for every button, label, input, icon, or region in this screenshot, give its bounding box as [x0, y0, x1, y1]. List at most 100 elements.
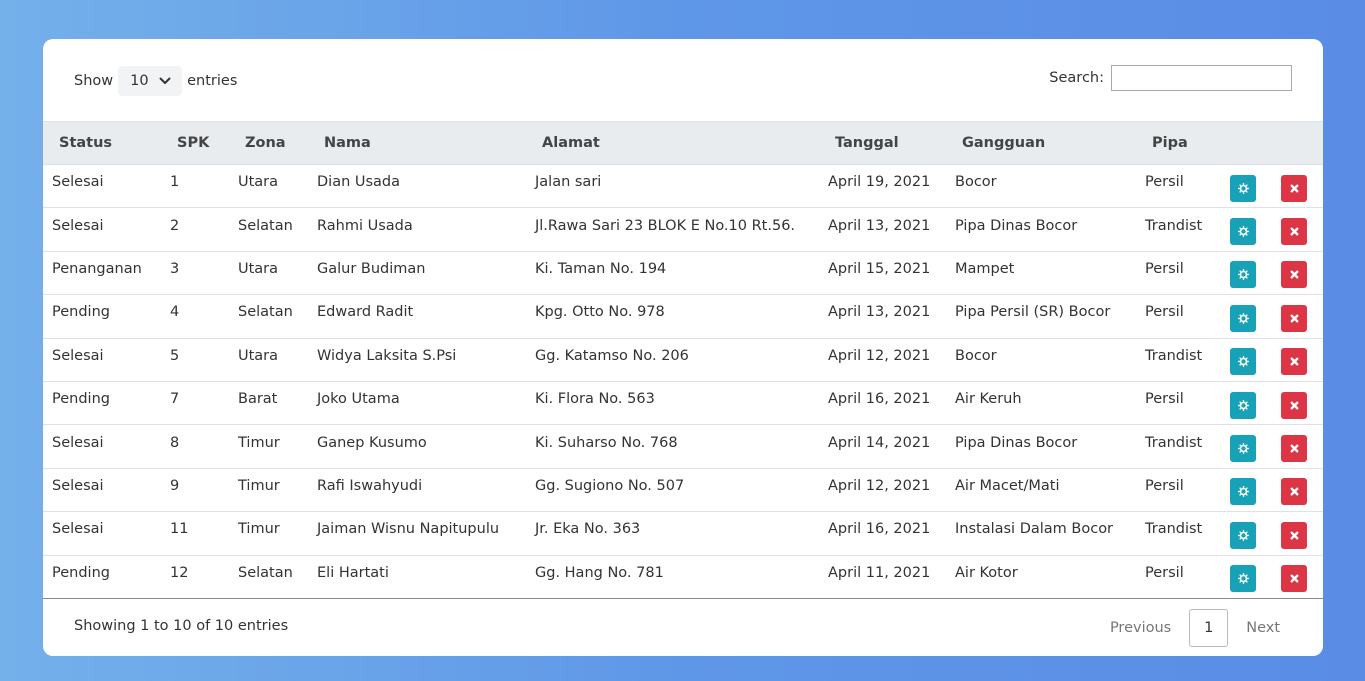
column-header-pipa[interactable]: Pipa [1136, 121, 1221, 165]
gear-icon [1237, 573, 1249, 585]
pagination: Previous 1 Next [1098, 609, 1292, 647]
cell-gangguan: Bocor [955, 174, 997, 191]
delete-button[interactable] [1281, 304, 1307, 332]
cell-alamat: Ki. Suharso No. 768 [535, 434, 678, 451]
column-header-status[interactable]: Status [43, 121, 161, 165]
cell-spk: 11 [170, 521, 189, 538]
cell-gangguan: Air Macet/Mati [955, 477, 1060, 494]
cell-zona: Timur [238, 477, 280, 494]
search-label: Search: [1049, 70, 1104, 86]
cell-tanggal: April 13, 2021 [828, 304, 931, 321]
cell-spk: 1 [170, 174, 180, 191]
cell-edit [1221, 165, 1272, 208]
cell-edit [1221, 468, 1272, 511]
edit-button[interactable] [1230, 565, 1256, 593]
next-page-button[interactable]: Next [1234, 620, 1292, 636]
column-header-nama[interactable]: Nama [308, 121, 526, 165]
delete-button[interactable] [1281, 435, 1307, 463]
table-controls: Show 10 entries Search: [43, 39, 1323, 121]
delete-button[interactable] [1281, 218, 1307, 246]
cell-zona: Utara [238, 260, 279, 277]
gear-icon [1237, 486, 1249, 498]
cell-pipa: Persil [1145, 477, 1184, 494]
close-icon [1289, 573, 1300, 584]
table-row: Pending 12 Selatan Eli Hartati Gg. Hang No. … [43, 555, 1323, 599]
gear-icon [1237, 226, 1249, 238]
column-header-spk[interactable]: SPK [161, 121, 229, 165]
cell-spk: 3 [170, 260, 180, 277]
cell-spk: 12 [170, 564, 189, 581]
cell-edit [1221, 425, 1272, 468]
table-row: Selesai 9 Timur Rafi Iswahyudi Gg. Sugiono N… [43, 468, 1323, 511]
cell-pipa: Trandist [1145, 521, 1203, 538]
cell-tanggal: April 19, 2021 [828, 174, 931, 191]
edit-button[interactable] [1230, 435, 1256, 463]
column-header-gangguan[interactable]: Gangguan [946, 121, 1136, 165]
cell-nama: Joko Utama [317, 391, 400, 408]
close-icon [1289, 226, 1300, 237]
delete-button[interactable] [1281, 391, 1307, 419]
edit-button[interactable] [1230, 174, 1256, 202]
cell-nama: Widya Laksita S.Psi [317, 347, 457, 364]
edit-button[interactable] [1230, 391, 1256, 419]
cell-delete [1272, 208, 1323, 251]
cell-alamat: Gg. Hang No. 781 [535, 564, 664, 581]
column-header-tanggal[interactable]: Tanggal [819, 121, 946, 165]
cell-gangguan: Bocor [955, 347, 997, 364]
cell-status: Pending [52, 391, 110, 408]
entries-select[interactable]: 10 [118, 66, 183, 96]
cell-spk: 9 [170, 477, 180, 494]
edit-button[interactable] [1230, 348, 1256, 376]
cell-status: Penanganan [52, 260, 142, 277]
column-header-zona[interactable]: Zona [229, 121, 308, 165]
search-control: Search: [1049, 65, 1292, 91]
edit-button[interactable] [1230, 218, 1256, 246]
cell-delete [1272, 338, 1323, 381]
cell-zona: Utara [238, 174, 279, 191]
delete-button[interactable] [1281, 565, 1307, 593]
delete-button[interactable] [1281, 261, 1307, 289]
cell-status: Selesai [52, 434, 104, 451]
cell-status: Selesai [52, 477, 104, 494]
gear-icon [1237, 443, 1249, 455]
cell-edit [1221, 512, 1272, 555]
cell-nama: Rahmi Usada [317, 217, 413, 234]
close-icon [1289, 530, 1300, 541]
close-icon [1289, 400, 1300, 411]
edit-button[interactable] [1230, 304, 1256, 332]
delete-button[interactable] [1281, 521, 1307, 549]
cell-pipa: Trandist [1145, 347, 1203, 364]
edit-button[interactable] [1230, 521, 1256, 549]
cell-zona: Selatan [238, 564, 293, 581]
cell-gangguan: Pipa Persil (SR) Bocor [955, 304, 1111, 321]
cell-spk: 5 [170, 347, 180, 364]
delete-button[interactable] [1281, 478, 1307, 506]
cell-tanggal: April 12, 2021 [828, 347, 931, 364]
cell-alamat: Gg. Sugiono No. 507 [535, 477, 685, 494]
table-header-row: Status SPK Zona Nama Alamat Tanggal Gangguan Pi… [43, 121, 1323, 165]
cell-status: Selesai [52, 174, 104, 191]
delete-button[interactable] [1281, 174, 1307, 202]
previous-page-button[interactable]: Previous [1098, 620, 1183, 636]
cell-tanggal: April 16, 2021 [828, 391, 931, 408]
cell-gangguan: Air Keruh [955, 391, 1022, 408]
cell-spk: 4 [170, 304, 180, 321]
cell-nama: Jaiman Wisnu Napitupulu [317, 521, 500, 538]
cell-delete [1272, 295, 1323, 338]
cell-status: Pending [52, 564, 110, 581]
table-row: Pending 4 Selatan Edward Radit Kpg. Otto No.… [43, 294, 1323, 338]
cell-delete [1272, 555, 1323, 598]
delete-button[interactable] [1281, 348, 1307, 376]
cell-alamat: Kpg. Otto No. 978 [535, 304, 665, 321]
close-icon [1289, 443, 1300, 454]
search-input[interactable] [1111, 65, 1292, 91]
cell-status: Selesai [52, 217, 104, 234]
cell-status: Selesai [52, 521, 104, 538]
column-header-alamat[interactable]: Alamat [526, 121, 819, 165]
cell-edit [1221, 338, 1272, 381]
table-info: Showing 1 to 10 of 10 entries [74, 618, 289, 634]
page-button-current[interactable]: 1 [1189, 609, 1229, 647]
entries-select-value: 10 [130, 73, 149, 89]
edit-button[interactable] [1230, 478, 1256, 506]
edit-button[interactable] [1230, 261, 1256, 289]
